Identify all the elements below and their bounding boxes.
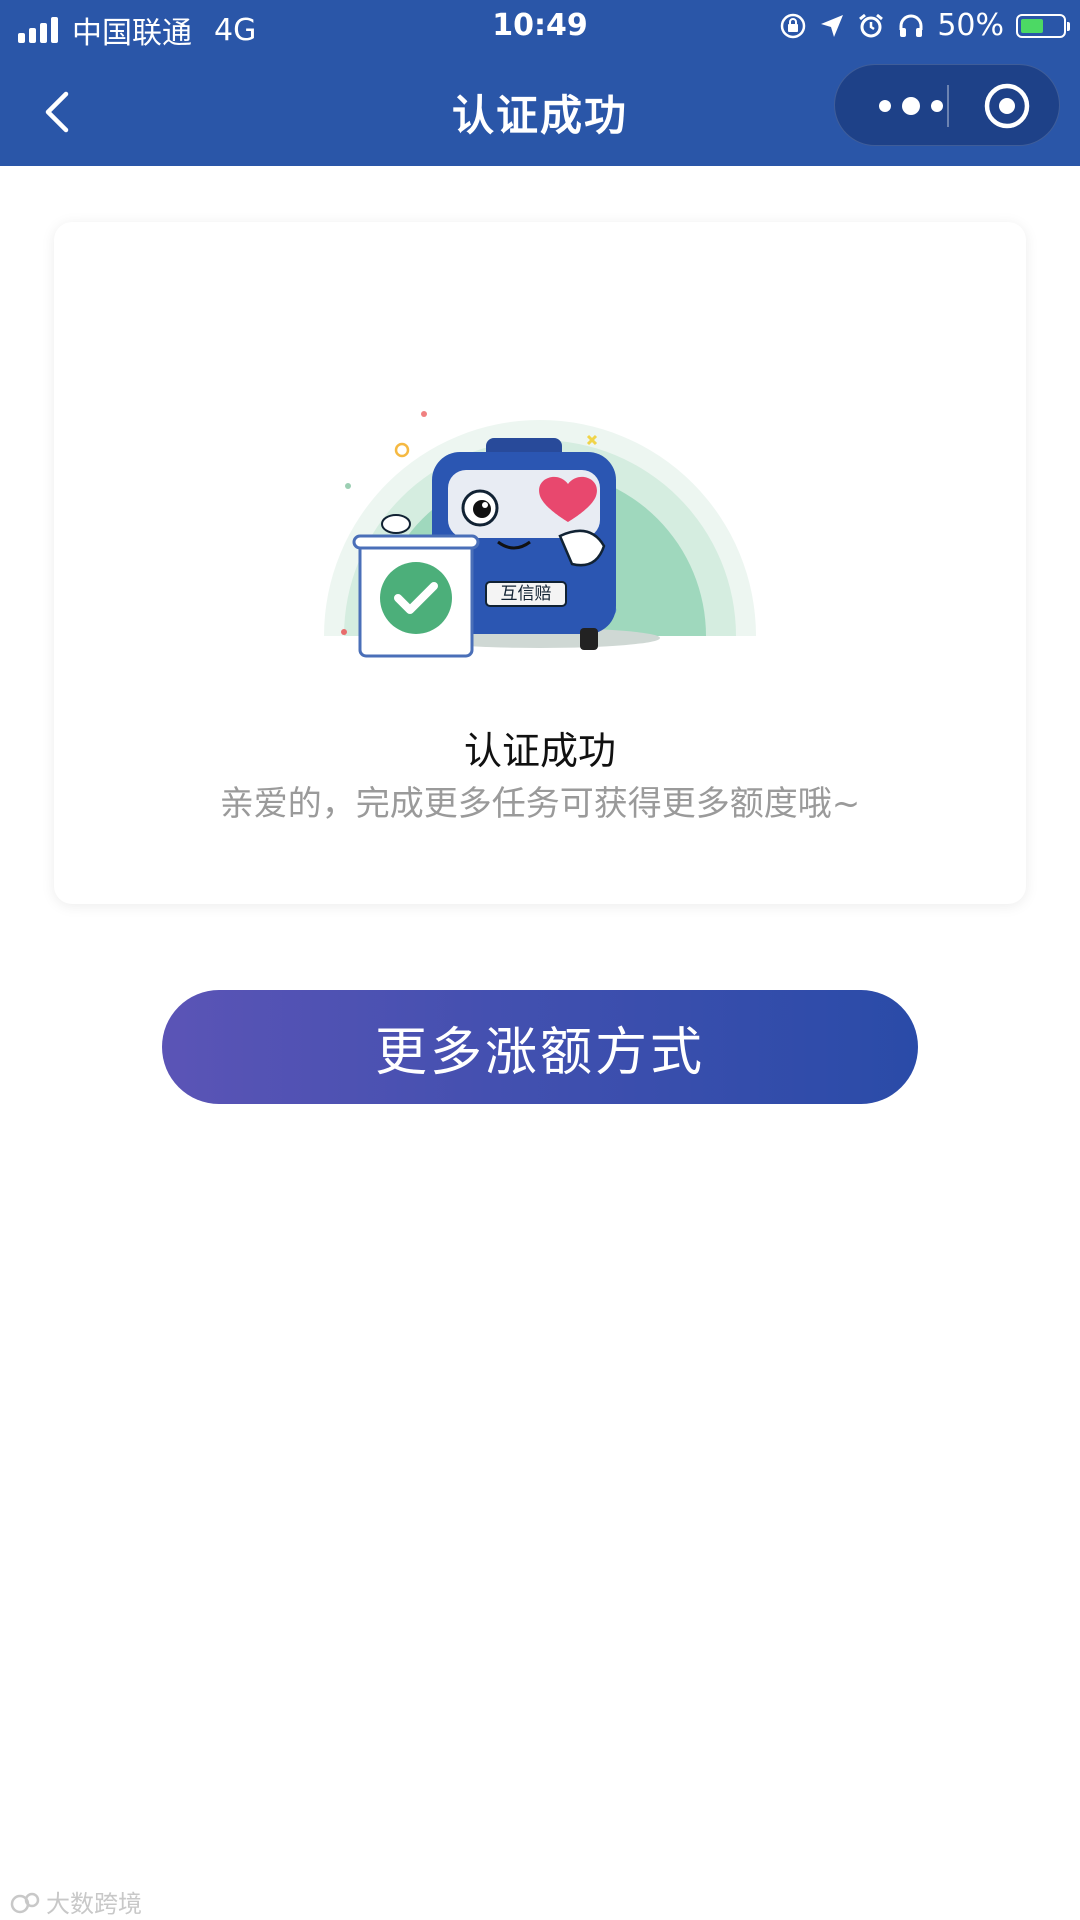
nav-bar: 认证成功: [0, 54, 1080, 166]
success-card: 互信赔 认证成功 亲爱的，完成更多任务可获得更多额度哦~: [54, 222, 1026, 904]
mini-program-capsule: [834, 64, 1060, 146]
battery-percent: 50%: [937, 8, 1004, 43]
location-icon: [821, 14, 844, 37]
battery-icon: [1016, 13, 1070, 38]
watermark-logo-icon: [10, 1892, 40, 1913]
card-title: 认证成功: [463, 729, 616, 773]
status-bar: 中国联通 4G 10:49 50%: [0, 0, 1080, 54]
status-right: 50%: [779, 8, 1070, 43]
success-illustration: [324, 411, 756, 658]
more-icon[interactable]: [873, 93, 953, 119]
card-subtitle: 亲爱的，完成更多任务可获得更多额度哦~: [219, 784, 861, 824]
capsule-divider: [947, 85, 949, 127]
target-icon[interactable]: [983, 82, 1031, 130]
watermark: 大数跨境: [10, 1884, 142, 1919]
rotation-lock-icon: [781, 13, 806, 38]
more-increase-methods-button[interactable]: 更多涨额方式: [162, 990, 918, 1104]
alarm-icon: [859, 13, 884, 37]
watermark-text: 大数跨境: [46, 1890, 142, 1918]
license-plate-label: 互信赔: [500, 584, 552, 604]
headphones-icon: [899, 14, 923, 37]
